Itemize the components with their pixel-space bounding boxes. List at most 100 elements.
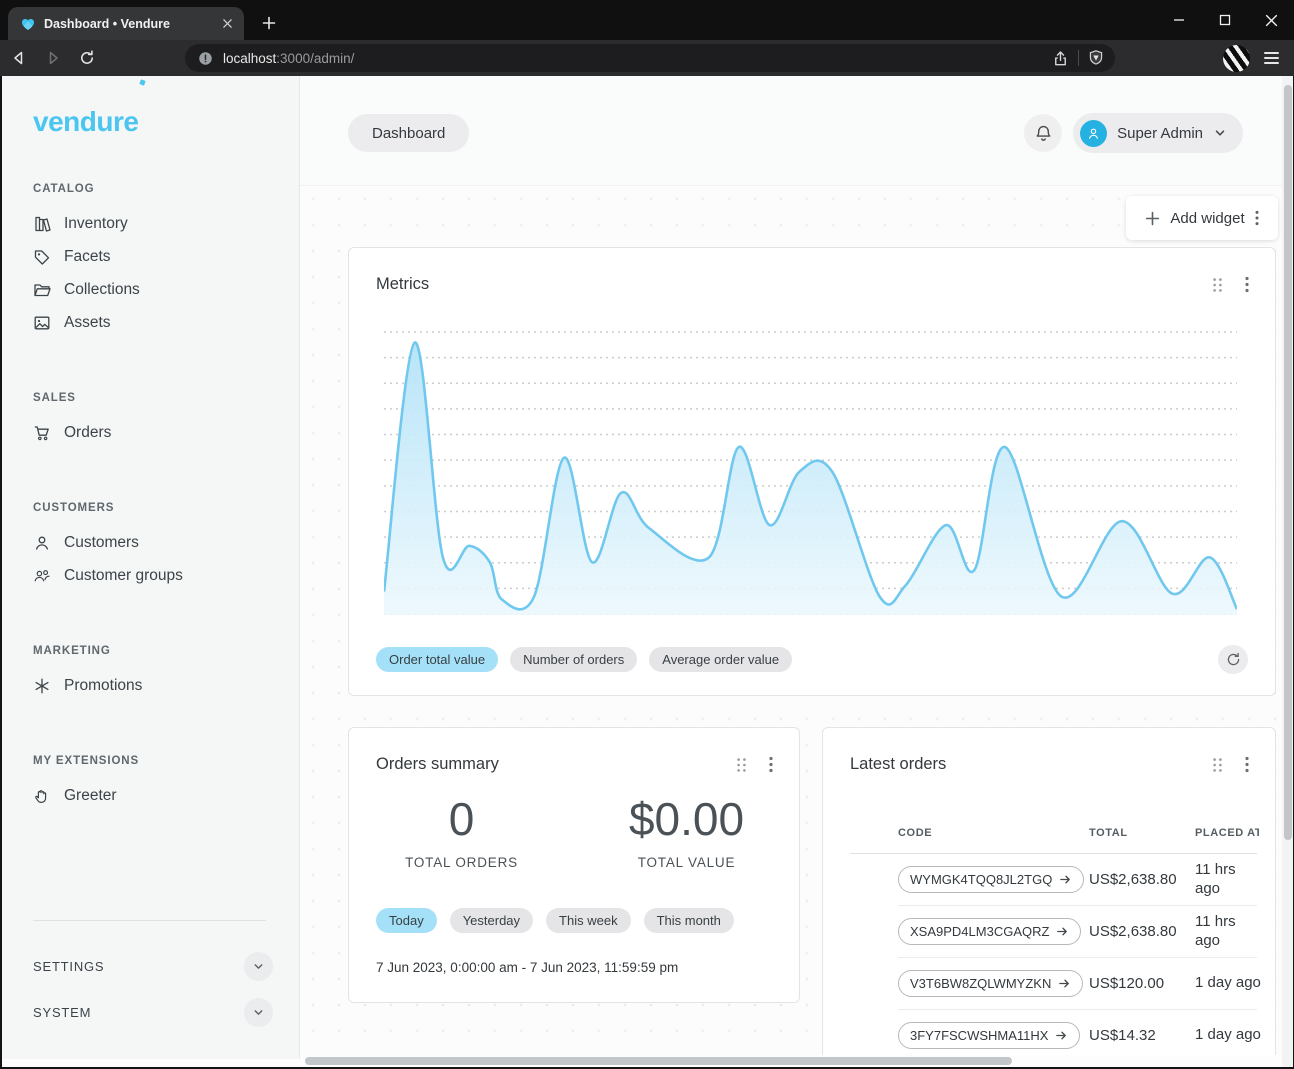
sidebar-item-label: Orders — [64, 424, 111, 442]
orders-summary-widget: Orders summary 0 TOTAL ORDERS $0.00 TOTA… — [348, 727, 800, 1003]
sidebar-item-greeter[interactable]: Greeter — [2, 779, 299, 812]
drag-handle-icon[interactable] — [734, 755, 749, 775]
vertical-scrollbar[interactable] — [1282, 76, 1293, 1067]
nav-section-header: SALES — [33, 392, 299, 404]
order-placed-at: 1 day ago — [1195, 974, 1259, 993]
forward-button[interactable] — [38, 44, 68, 72]
browser-tab[interactable]: Dashboard • Vendure — [8, 7, 244, 40]
refresh-icon — [1226, 652, 1241, 667]
new-tab-button[interactable] — [256, 10, 282, 36]
sidebar-item-label: Facets — [64, 248, 111, 266]
address-bar[interactable]: localhost:3000/admin/ — [185, 44, 1115, 72]
vertical-scrollbar-thumb[interactable] — [1284, 85, 1292, 840]
hand-icon — [33, 787, 51, 805]
sidebar-item-label: Customers — [64, 534, 139, 552]
order-total: US$2,638.80 — [1089, 871, 1195, 888]
sidebar-nav: CATALOG Inventory Facets Collections — [2, 183, 299, 812]
arrow-right-icon — [1056, 925, 1069, 938]
tab-yesterday[interactable]: Yesterday — [450, 908, 533, 933]
kebab-menu-icon[interactable] — [1243, 274, 1251, 295]
vendure-logo: vendure — [33, 106, 138, 138]
browser-menu-button[interactable] — [1258, 46, 1284, 70]
sidebar-item-orders[interactable]: Orders — [2, 416, 299, 449]
column-header-code: CODE — [898, 827, 1089, 839]
share-icon[interactable] — [1051, 49, 1070, 68]
asterisk-icon — [33, 677, 51, 695]
table-row: XSA9PD4LM3CGAQRZ US$2,638.80 11 hrs ago — [898, 906, 1257, 958]
tab-number-of-orders[interactable]: Number of orders — [510, 647, 637, 672]
add-widget-button[interactable]: Add widget — [1126, 196, 1278, 240]
site-info-icon[interactable] — [197, 50, 214, 67]
back-icon — [10, 49, 28, 67]
order-total: US$120.00 — [1089, 975, 1195, 992]
system-expand-button[interactable] — [244, 998, 273, 1027]
back-button[interactable] — [4, 44, 34, 72]
reload-button[interactable] — [72, 44, 102, 72]
nav-section-header: CATALOG — [33, 183, 299, 195]
url-host: localhost — [223, 51, 276, 66]
metrics-widget: Metrics — [348, 247, 1276, 696]
dashboard-page-button[interactable]: Dashboard — [348, 114, 469, 152]
browser-window: Dashboard • Vendure localhost:3000/admin… — [0, 0, 1294, 1069]
sidebar-item-assets[interactable]: Assets — [2, 306, 299, 339]
table-row: V3T6BW8ZQLWMYZKN US$120.00 1 day ago — [898, 958, 1257, 1010]
nav-section-marketing: MARKETING Promotions — [2, 645, 299, 702]
tab-order-total-value[interactable]: Order total value — [376, 647, 498, 672]
tab-this-week[interactable]: This week — [546, 908, 631, 933]
forward-icon — [44, 49, 62, 67]
refresh-button[interactable] — [1218, 645, 1248, 674]
order-code-link[interactable]: WYMGK4TQQ8JL2TGQ — [898, 866, 1084, 893]
bell-icon — [1034, 124, 1053, 143]
chevron-down-icon — [1213, 126, 1227, 140]
order-code-link[interactable]: 3FY7FSCWSHMA11HX — [898, 1022, 1080, 1049]
sidebar-section-settings[interactable]: SETTINGS — [33, 950, 273, 982]
book-icon — [33, 215, 51, 233]
settings-label: SETTINGS — [33, 959, 104, 974]
sidebar-section-system[interactable]: SYSTEM — [33, 996, 273, 1028]
sidebar-item-customer-groups[interactable]: Customer groups — [2, 559, 299, 592]
order-code-link[interactable]: V3T6BW8ZQLWMYZKN — [898, 970, 1083, 997]
tab-today[interactable]: Today — [376, 908, 437, 933]
browser-profile-avatar[interactable] — [1223, 45, 1250, 72]
close-button[interactable] — [1248, 0, 1294, 40]
reload-icon — [78, 49, 96, 67]
sidebar-item-inventory[interactable]: Inventory — [2, 207, 299, 240]
brave-shield-icon[interactable] — [1087, 49, 1105, 67]
sidebar-item-label: Collections — [64, 281, 140, 299]
sidebar-item-promotions[interactable]: Promotions — [2, 669, 299, 702]
kebab-menu-icon[interactable] — [1243, 754, 1251, 775]
tab-average-order-value[interactable]: Average order value — [649, 647, 792, 672]
chevron-down-icon — [252, 960, 265, 973]
user-menu-button[interactable]: Super Admin — [1073, 113, 1243, 153]
browser-toolbar: localhost:3000/admin/ — [0, 40, 1294, 76]
tab-strip: Dashboard • Vendure — [0, 0, 1294, 40]
latest-orders-widget: Latest orders CODE TOTAL PLACED AT WYM — [822, 727, 1276, 1055]
users-icon — [33, 567, 51, 585]
sidebar-item-collections[interactable]: Collections — [2, 273, 299, 306]
kebab-menu-icon[interactable] — [767, 754, 775, 775]
tab-this-month[interactable]: This month — [644, 908, 734, 933]
latest-orders-table: CODE TOTAL PLACED AT WYMGK4TQQ8JL2TGQ US… — [850, 812, 1257, 1055]
maximize-icon — [1219, 14, 1231, 26]
minimize-button[interactable] — [1156, 0, 1202, 40]
sidebar-item-customers[interactable]: Customers — [2, 526, 299, 559]
nav-section-header: MARKETING — [33, 645, 299, 657]
tag-icon — [33, 248, 51, 266]
notifications-button[interactable] — [1024, 114, 1062, 152]
settings-expand-button[interactable] — [244, 952, 273, 981]
drag-handle-icon[interactable] — [1210, 755, 1225, 775]
total-orders-label: TOTAL ORDERS — [349, 855, 574, 870]
dashboard-content: Add widget Metrics — [300, 186, 1282, 1055]
total-value-label: TOTAL VALUE — [574, 855, 799, 870]
maximize-button[interactable] — [1202, 0, 1248, 40]
drag-handle-icon[interactable] — [1210, 275, 1225, 295]
horizontal-scrollbar-thumb[interactable] — [305, 1057, 1012, 1065]
metrics-chart — [384, 327, 1237, 619]
metric-series-tabs: Order total value Number of orders Avera… — [376, 647, 792, 672]
horizontal-scrollbar[interactable] — [300, 1057, 1282, 1065]
sidebar-item-facets[interactable]: Facets — [2, 240, 299, 273]
total-orders-value: 0 — [349, 794, 574, 845]
tab-close-icon[interactable] — [218, 15, 236, 33]
kebab-menu-icon[interactable] — [1255, 210, 1259, 226]
order-code-link[interactable]: XSA9PD4LM3CGAQRZ — [898, 918, 1081, 945]
